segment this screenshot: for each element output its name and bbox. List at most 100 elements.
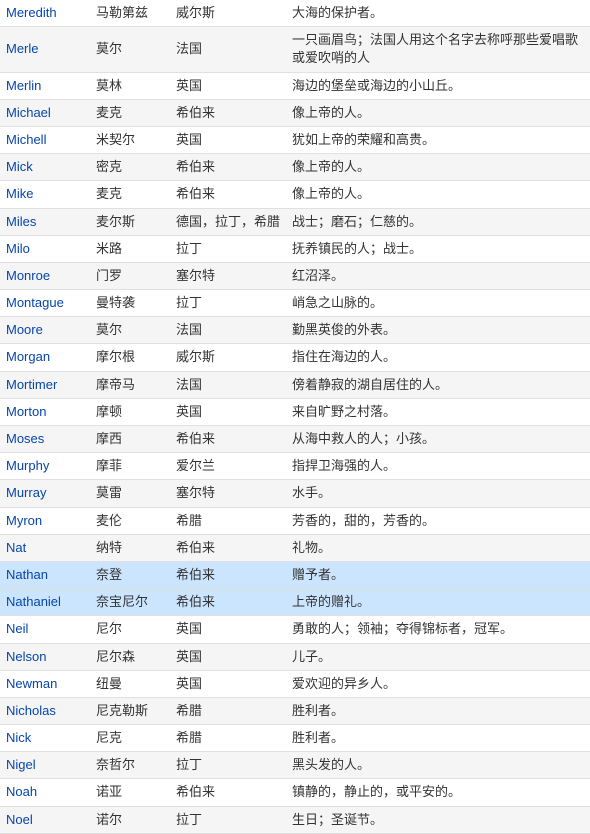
table-row: Morgan 摩尔根 威尔斯 指住在海边的人。 [0,344,590,371]
chinese-cell: 麦克 [90,181,170,208]
table-row: Mortimer 摩帝马 法国 傍着静寂的湖自居住的人。 [0,371,590,398]
name-cell[interactable]: Newman [0,670,90,697]
name-cell[interactable]: Mike [0,181,90,208]
name-cell[interactable]: Nelson [0,643,90,670]
meaning-cell: 傍着静寂的湖自居住的人。 [286,371,590,398]
chinese-cell: 摩顿 [90,398,170,425]
chinese-cell: 诺亚 [90,779,170,806]
meaning-cell: 勇敢的人；领袖；夺得锦标者，冠军。 [286,616,590,643]
name-cell[interactable]: Nigel [0,752,90,779]
meaning-cell: 抚养镇民的人；战士。 [286,235,590,262]
meaning-cell: 芳香的，甜的，芳香的。 [286,507,590,534]
chinese-cell: 尼尔 [90,616,170,643]
chinese-cell: 麦伦 [90,507,170,534]
origin-cell: 希伯来 [170,181,286,208]
chinese-cell: 麦尔斯 [90,208,170,235]
name-cell[interactable]: Montague [0,290,90,317]
table-row: Noah 诺亚 希伯来 镇静的，静止的，或平安的。 [0,779,590,806]
meaning-cell: 大海的保护者。 [286,0,590,27]
chinese-cell: 尼尔森 [90,643,170,670]
meaning-cell: 战士；磨石；仁慈的。 [286,208,590,235]
origin-cell: 爱尔兰 [170,453,286,480]
name-cell[interactable]: Nicholas [0,697,90,724]
chinese-cell: 莫尔 [90,27,170,72]
name-cell[interactable]: Merle [0,27,90,72]
chinese-cell: 莫林 [90,72,170,99]
table-row: Moore 莫尔 法国 勤黑英俊的外表。 [0,317,590,344]
meaning-cell: 胜利者。 [286,725,590,752]
table-row: Nicholas 尼克勒斯 希腊 胜利者。 [0,697,590,724]
name-cell[interactable]: Meredith [0,0,90,27]
meaning-cell: 赠予者。 [286,561,590,588]
name-cell[interactable]: Mortimer [0,371,90,398]
origin-cell: 拉丁 [170,806,286,833]
origin-cell: 拉丁 [170,290,286,317]
meaning-cell: 像上帝的人。 [286,99,590,126]
chinese-cell: 摩帝马 [90,371,170,398]
origin-cell: 拉丁 [170,235,286,262]
table-row: Nigel 奈哲尔 拉丁 黑头发的人。 [0,752,590,779]
origin-cell: 威尔斯 [170,344,286,371]
name-cell[interactable]: Noah [0,779,90,806]
name-cell[interactable]: Moore [0,317,90,344]
meaning-cell: 峭急之山脉的。 [286,290,590,317]
origin-cell: 希伯来 [170,534,286,561]
name-cell[interactable]: Morgan [0,344,90,371]
table-row: Milo 米路 拉丁 抚养镇民的人；战士。 [0,235,590,262]
meaning-cell: 生日；圣诞节。 [286,806,590,833]
name-cell[interactable]: Nathaniel [0,589,90,616]
origin-cell: 法国 [170,27,286,72]
name-cell[interactable]: Nat [0,534,90,561]
meaning-cell: 犹如上帝的荣耀和高贵。 [286,126,590,153]
name-cell[interactable]: Morton [0,398,90,425]
name-cell[interactable]: Nick [0,725,90,752]
meaning-cell: 儿子。 [286,643,590,670]
chinese-cell: 麦克 [90,99,170,126]
name-cell[interactable]: Neil [0,616,90,643]
chinese-cell: 马勒第兹 [90,0,170,27]
table-row: Morton 摩顿 英国 来自旷野之村落。 [0,398,590,425]
chinese-cell: 尼克 [90,725,170,752]
names-table: Meredith 马勒第兹 威尔斯 大海的保护者。 Merle 莫尔 法国 一只… [0,0,590,834]
chinese-cell: 摩尔根 [90,344,170,371]
chinese-cell: 诺尔 [90,806,170,833]
chinese-cell: 摩菲 [90,453,170,480]
name-cell[interactable]: Merlin [0,72,90,99]
meaning-cell: 海边的堡垒或海边的小山丘。 [286,72,590,99]
name-cell[interactable]: Michael [0,99,90,126]
meaning-cell: 水手。 [286,480,590,507]
name-cell[interactable]: Myron [0,507,90,534]
table-row: Nick 尼克 希腊 胜利者。 [0,725,590,752]
origin-cell: 英国 [170,72,286,99]
name-cell[interactable]: Nathan [0,561,90,588]
meaning-cell: 红沼泽。 [286,262,590,289]
origin-cell: 法国 [170,317,286,344]
table-row: Myron 麦伦 希腊 芳香的，甜的，芳香的。 [0,507,590,534]
origin-cell: 英国 [170,643,286,670]
meaning-cell: 黑头发的人。 [286,752,590,779]
name-cell[interactable]: Monroe [0,262,90,289]
name-cell[interactable]: Murray [0,480,90,507]
name-cell[interactable]: Noel [0,806,90,833]
chinese-cell: 奈登 [90,561,170,588]
table-row: Merle 莫尔 法国 一只画眉鸟；法国人用这个名字去称呼那些爱唱歌或爱吹哨的人 [0,27,590,72]
name-cell[interactable]: Murphy [0,453,90,480]
table-row: Moses 摩西 希伯来 从海中救人的人；小孩。 [0,426,590,453]
chinese-cell: 奈哲尔 [90,752,170,779]
chinese-cell: 奈宝尼尔 [90,589,170,616]
origin-cell: 英国 [170,126,286,153]
name-cell[interactable]: Moses [0,426,90,453]
name-cell[interactable]: Mick [0,154,90,181]
name-cell[interactable]: Miles [0,208,90,235]
chinese-cell: 密克 [90,154,170,181]
table-row: Merlin 莫林 英国 海边的堡垒或海边的小山丘。 [0,72,590,99]
table-row: Michell 米契尔 英国 犹如上帝的荣耀和高贵。 [0,126,590,153]
meaning-cell: 来自旷野之村落。 [286,398,590,425]
origin-cell: 希伯来 [170,561,286,588]
origin-cell: 塞尔特 [170,262,286,289]
name-cell[interactable]: Milo [0,235,90,262]
origin-cell: 德国，拉丁，希腊 [170,208,286,235]
origin-cell: 法国 [170,371,286,398]
name-cell[interactable]: Michell [0,126,90,153]
table-row: Monroe 门罗 塞尔特 红沼泽。 [0,262,590,289]
